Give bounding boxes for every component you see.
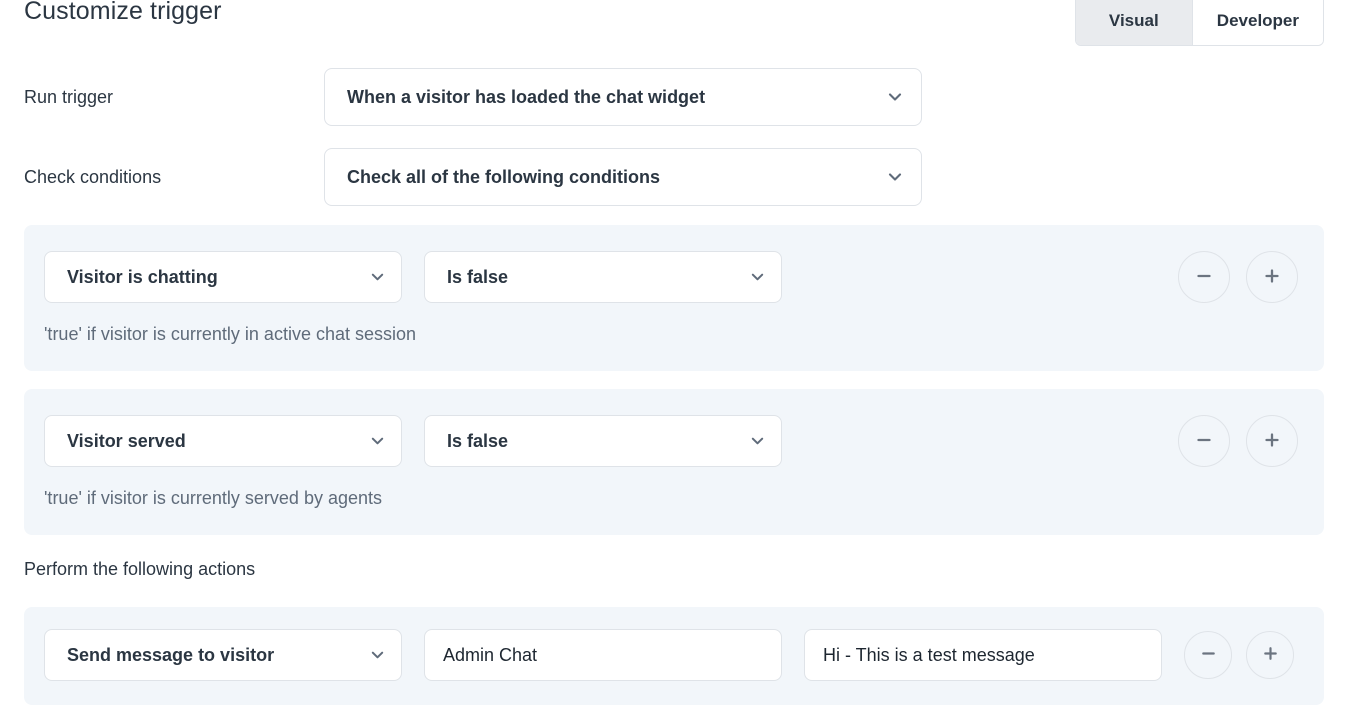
page-title: Customize trigger [24, 0, 222, 25]
tab-developer[interactable]: Developer [1191, 0, 1323, 45]
condition-attribute-value: Visitor served [67, 430, 186, 451]
check-conditions-row: Check conditions Check all of the follow… [24, 148, 1328, 206]
run-trigger-value: When a visitor has loaded the chat widge… [347, 86, 706, 107]
chevron-down-icon [887, 169, 903, 185]
action-type-select[interactable]: Send message to visitor [44, 629, 402, 681]
chevron-down-icon [370, 270, 385, 285]
run-trigger-row: Run trigger When a visitor has loaded th… [24, 68, 1328, 126]
minus-icon [1194, 430, 1214, 453]
condition-operator-value: Is false [447, 430, 509, 451]
run-trigger-select[interactable]: When a visitor has loaded the chat widge… [324, 68, 922, 126]
check-conditions-select[interactable]: Check all of the following conditions [324, 148, 922, 206]
add-condition-button[interactable] [1246, 251, 1298, 303]
chevron-down-icon [887, 89, 903, 105]
chevron-down-icon [370, 648, 385, 663]
minus-icon [1199, 644, 1218, 666]
action-row: Send message to visitor [24, 607, 1324, 705]
chevron-down-icon [750, 270, 765, 285]
actions-section-label: Perform the following actions [24, 559, 256, 579]
remove-action-button[interactable] [1184, 631, 1232, 679]
condition-operator-value: Is false [447, 266, 509, 287]
plus-icon [1262, 266, 1282, 289]
action-message-input[interactable] [804, 629, 1162, 681]
action-type-value: Send message to visitor [67, 644, 275, 665]
minus-icon [1194, 266, 1214, 289]
check-conditions-label: Check conditions [24, 167, 162, 187]
remove-condition-button[interactable] [1178, 251, 1230, 303]
tab-visual[interactable]: Visual [1075, 0, 1192, 45]
chevron-down-icon [370, 434, 385, 449]
condition-attribute-value: Visitor is chatting [67, 266, 218, 287]
add-condition-button[interactable] [1246, 415, 1298, 467]
condition-row: Visitor served Is false 'true' if visito… [24, 389, 1324, 535]
remove-condition-button[interactable] [1178, 415, 1230, 467]
chevron-down-icon [750, 434, 765, 449]
condition-operator-select[interactable]: Is false [424, 415, 782, 467]
action-row-controls [1184, 631, 1294, 679]
action-recipient-input[interactable] [424, 629, 782, 681]
view-mode-tabs: Visual Developer [1074, 0, 1324, 46]
condition-row: Visitor is chatting Is false 'true' if v… [24, 225, 1324, 371]
plus-icon [1261, 644, 1280, 666]
run-trigger-label: Run trigger [24, 87, 114, 107]
add-action-button[interactable] [1246, 631, 1294, 679]
condition-attribute-select[interactable]: Visitor is chatting [44, 251, 402, 303]
condition-row-controls [1178, 251, 1298, 303]
check-conditions-value: Check all of the following conditions [347, 166, 661, 187]
condition-attribute-select[interactable]: Visitor served [44, 415, 402, 467]
condition-row-controls [1178, 415, 1298, 467]
condition-help-text: 'true' if visitor is currently in active… [44, 324, 417, 344]
condition-help-text: 'true' if visitor is currently served by… [44, 488, 383, 508]
plus-icon [1262, 430, 1282, 453]
condition-operator-select[interactable]: Is false [424, 251, 782, 303]
